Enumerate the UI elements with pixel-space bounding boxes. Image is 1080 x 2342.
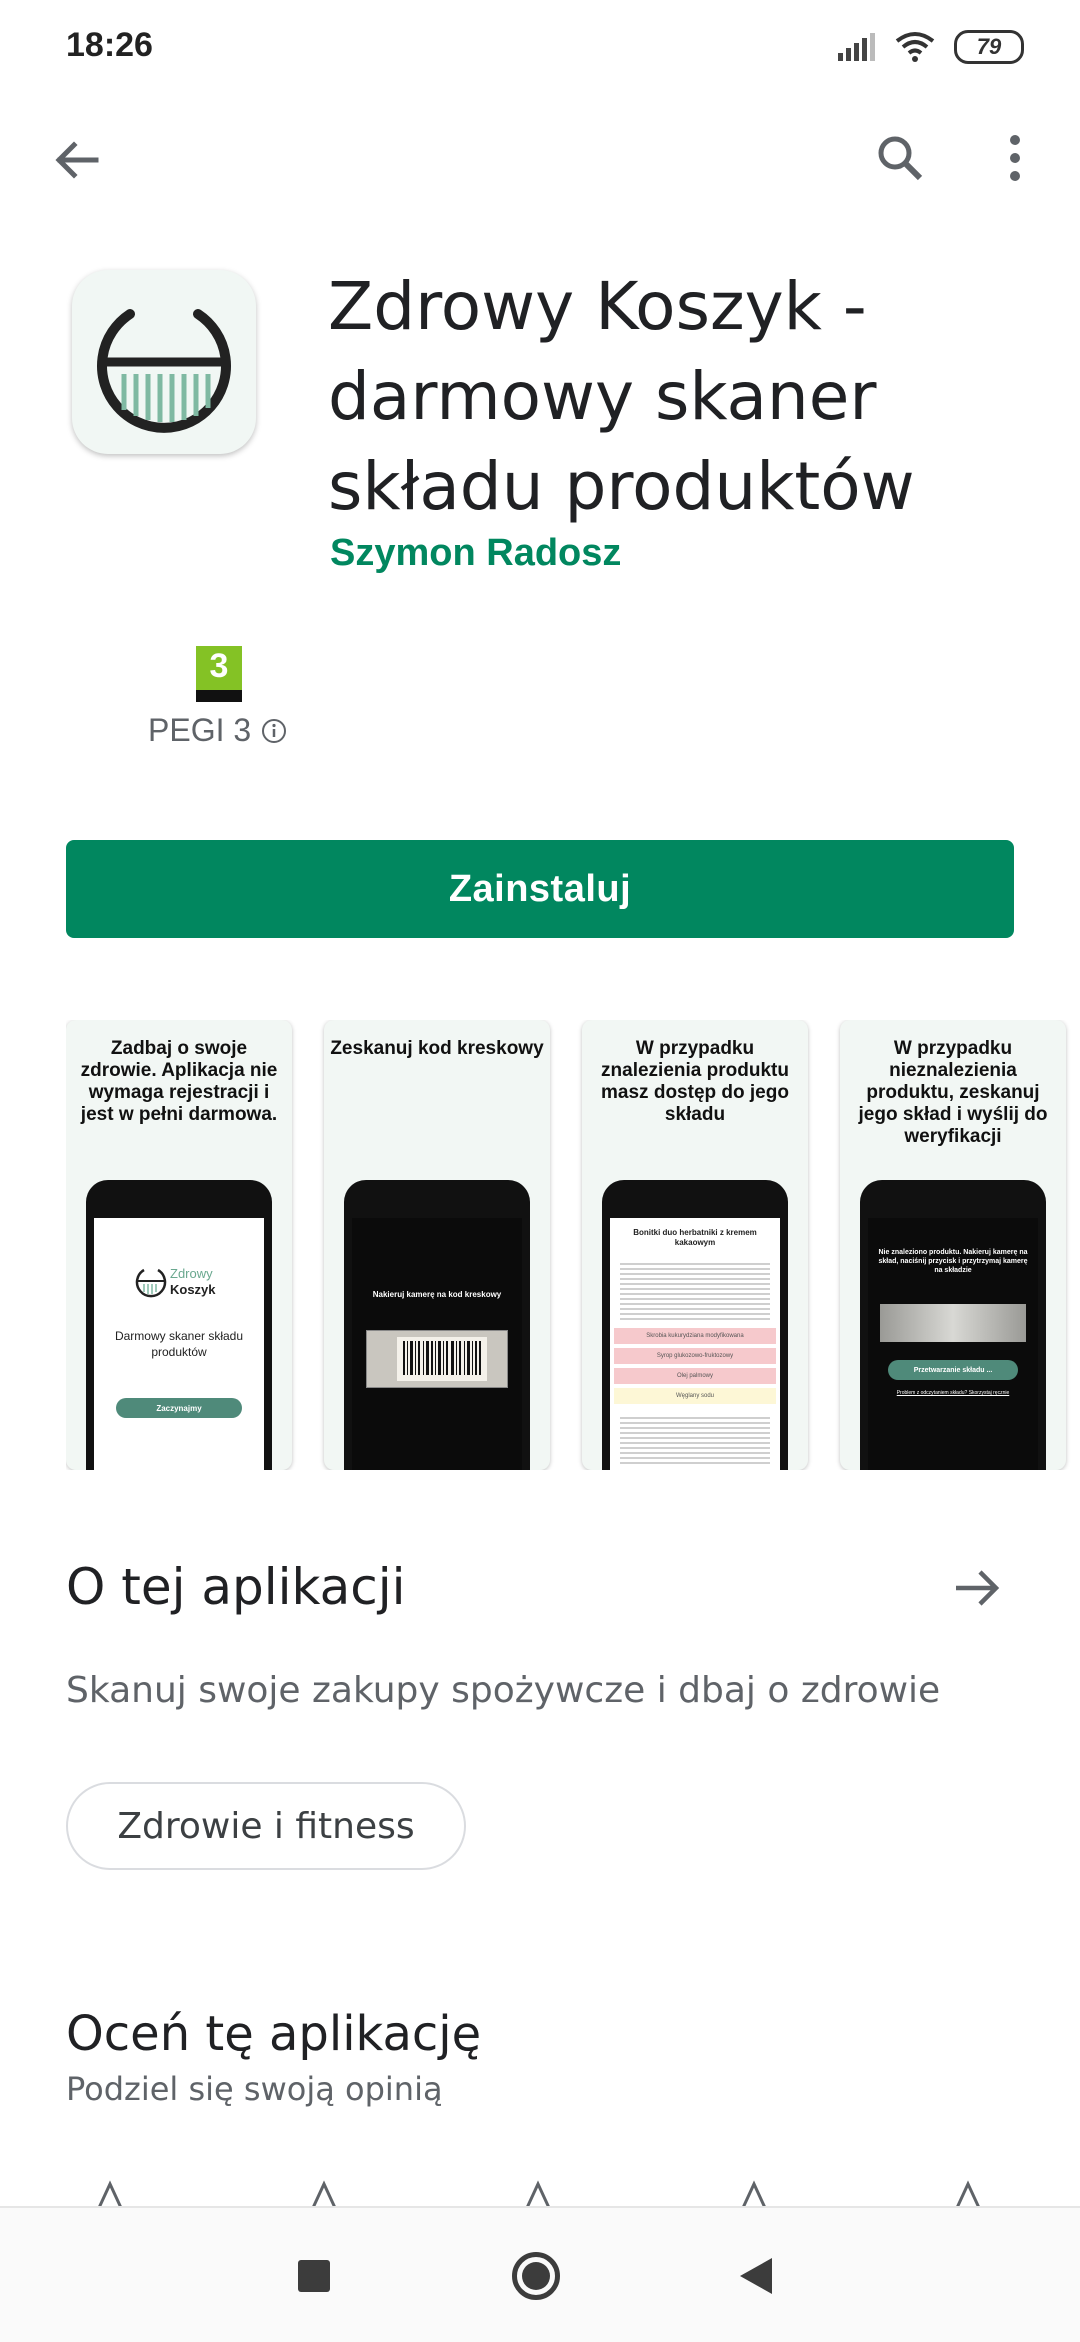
mini-product-name: Bonitki duo herbatniki z kremem kakaowym xyxy=(633,1228,757,1247)
mini-description-lines xyxy=(620,1260,770,1320)
screenshot-caption: Zeskanuj kod kreskowy xyxy=(330,1038,544,1059)
rate-subtitle: Podziel się swoją opinią xyxy=(66,2070,443,2108)
mini-start-label: Zaczynajmy xyxy=(156,1403,202,1413)
mini-brand-2: Koszyk xyxy=(170,1282,216,1297)
phone-mockup: Zdrowy Koszyk Darmowy skaner składu prod… xyxy=(86,1180,272,1470)
system-nav-bar xyxy=(0,2206,1080,2342)
phone-mockup: Nakieruj kamerę na kod kreskowy xyxy=(344,1180,530,1470)
category-chip[interactable]: Zdrowie i fitness xyxy=(66,1782,466,1870)
screenshot-caption: W przypadku znalezienia produktu masz do… xyxy=(601,1038,789,1125)
about-description: Skanuj swoje zakupy spożywcze i dbaj o z… xyxy=(66,1670,941,1711)
phone-screen: Nie znaleziono produktu. Nakieruj kamerę… xyxy=(868,1218,1038,1470)
app-icon xyxy=(72,270,256,454)
arrow-forward-icon[interactable] xyxy=(950,1560,1006,1616)
basket-logo-icon xyxy=(135,1268,167,1298)
pegi-badge: 3 xyxy=(196,646,242,702)
mini-text: Nakieruj kamerę na kod kreskowy xyxy=(372,1290,502,1299)
phone-mockup: Nie znaleziono produktu. Nakieruj kamerę… xyxy=(860,1180,1046,1470)
mini-ingredient: Skrobia kukurydziana modyfikowana xyxy=(614,1328,776,1344)
phone-screen: Nakieruj kamerę na kod kreskowy xyxy=(352,1218,522,1470)
install-button[interactable]: Zainstaluj xyxy=(66,840,1014,938)
mini-process-button: Przetwarzanie składu ... xyxy=(888,1360,1018,1380)
pegi-number: 3 xyxy=(209,647,229,685)
screenshot-2[interactable]: Zeskanuj kod kreskowy Nakieruj kamerę na… xyxy=(324,1020,550,1470)
screenshot-carousel[interactable]: Zadbaj o swoje zdrowie. Aplikacja nie wy… xyxy=(66,1020,1080,1470)
screenshot-1[interactable]: Zadbaj o swoje zdrowie. Aplikacja nie wy… xyxy=(66,1020,292,1470)
mini-ingredient: Węglany sodu xyxy=(614,1388,776,1404)
screenshot-caption: W przypadku nieznalezienia produktu, zes… xyxy=(858,1038,1048,1147)
mini-footer-lines xyxy=(620,1414,770,1464)
phone-mockup: Bonitki duo herbatniki z kremem kakaowym… xyxy=(602,1180,788,1470)
content-rating-label: PEGI 3 xyxy=(148,712,252,748)
home-icon[interactable] xyxy=(512,2252,560,2300)
mini-brand-1: Zdrowy xyxy=(170,1266,213,1281)
status-icons: 79 xyxy=(836,30,1024,64)
phone-screen: Bonitki duo herbatniki z kremem kakaowym… xyxy=(610,1218,780,1470)
basket-logo-icon xyxy=(97,309,231,433)
back-arrow-icon[interactable] xyxy=(44,128,108,192)
mini-text: Darmowy skaner składu produktów xyxy=(114,1329,244,1359)
wifi-icon xyxy=(895,32,935,62)
developer-link[interactable]: Szymon Radosz xyxy=(330,532,621,575)
info-icon xyxy=(262,718,287,743)
top-app-bar xyxy=(0,110,1080,194)
back-icon[interactable] xyxy=(740,2258,772,2294)
barcode-image xyxy=(366,1330,508,1388)
mini-process-label: Przetwarzanie składu ... xyxy=(913,1366,993,1374)
mini-start-button: Zaczynajmy xyxy=(116,1398,242,1418)
signal-icon xyxy=(838,33,875,61)
status-time: 18:26 xyxy=(66,26,153,64)
search-icon[interactable] xyxy=(868,126,932,190)
screenshot-3[interactable]: W przypadku znalezienia produktu masz do… xyxy=(582,1020,808,1470)
more-vert-icon[interactable] xyxy=(990,126,1040,190)
battery-level: 79 xyxy=(976,34,1002,59)
mini-text: Nie znaleziono produktu. Nakieruj kamerę… xyxy=(878,1249,1028,1274)
mini-ingredient: Olej palmowy xyxy=(614,1368,776,1384)
recents-icon[interactable] xyxy=(298,2260,330,2292)
battery-icon: 79 xyxy=(954,30,1024,64)
status-bar: 18:26 79 xyxy=(0,0,1080,96)
barcode-icon xyxy=(397,1337,487,1381)
screenshot-caption: Zadbaj o swoje zdrowie. Aplikacja nie wy… xyxy=(80,1038,278,1125)
mini-ingredient: Syrop glukozowo-fruktozowy xyxy=(614,1348,776,1364)
content-rating[interactable]: PEGI 3 xyxy=(148,712,287,749)
phone-screen: Zdrowy Koszyk Darmowy skaner składu prod… xyxy=(94,1218,264,1470)
about-title: O tej aplikacji xyxy=(66,1558,406,1616)
screenshot-4[interactable]: W przypadku nieznalezienia produktu, zes… xyxy=(840,1020,1066,1470)
mini-help-link: Problem z odczytaniem składu? Skorzystaj… xyxy=(896,1390,1010,1396)
camera-preview xyxy=(880,1304,1026,1342)
app-title: Zdrowy Koszyk - darmowy skaner składu pr… xyxy=(328,268,915,525)
rate-title: Oceń tę aplikację xyxy=(66,2006,482,2062)
